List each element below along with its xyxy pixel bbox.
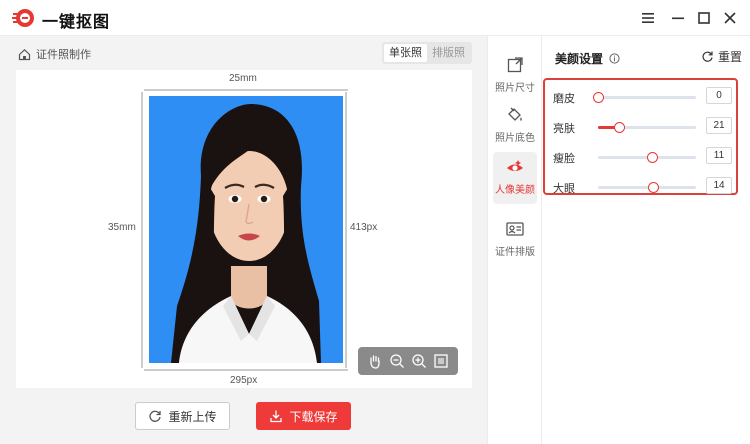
crop-icon xyxy=(507,57,523,73)
fit-icon[interactable] xyxy=(433,353,449,369)
tool-photo-size[interactable]: 照片尺寸 xyxy=(493,50,537,102)
zoom-in-icon[interactable] xyxy=(411,353,427,369)
slider-handle[interactable] xyxy=(613,122,625,133)
dimension-right: 413px xyxy=(350,222,378,233)
adjustment-value-input[interactable]: 21 xyxy=(706,117,732,134)
maximize-icon[interactable] xyxy=(694,8,714,28)
preview-panel: 证件照制作 单张照 排版照 25mm 35mm 413px 295px 重新上传… xyxy=(0,36,487,444)
adjustment-row: 亮肤 21 xyxy=(553,117,733,137)
adjustment-value-input[interactable]: 14 xyxy=(706,177,732,194)
settings-title: 美颜设置 xyxy=(555,52,604,66)
reset-icon xyxy=(702,51,713,62)
minimize-icon[interactable] xyxy=(668,8,688,28)
adjustment-name: 亮肤 xyxy=(553,123,575,135)
photo-canvas: 25mm 35mm 413px 295px xyxy=(16,70,472,388)
tab-layout-photo[interactable]: 排版照 xyxy=(427,44,470,62)
settings-title-row: 美颜设置 xyxy=(555,50,620,67)
download-save-button[interactable]: 下载保存 xyxy=(256,402,351,430)
adjustment-name: 磨皮 xyxy=(553,93,575,105)
app-title: 一键抠图 xyxy=(42,14,111,31)
tool-portrait-beauty[interactable]: 人像美颜 xyxy=(493,152,537,204)
adjustment-slider[interactable] xyxy=(598,152,696,163)
slider-handle[interactable] xyxy=(647,182,659,193)
close-icon[interactable] xyxy=(720,8,740,28)
tab-single-photo[interactable]: 单张照 xyxy=(384,44,427,62)
adjustment-slider[interactable] xyxy=(598,182,696,193)
reupload-button[interactable]: 重新上传 xyxy=(135,402,230,430)
download-save-label: 下载保存 xyxy=(289,409,338,424)
paint-bucket-icon xyxy=(508,107,522,121)
id-photo[interactable] xyxy=(149,96,343,363)
app-logo-icon xyxy=(12,9,34,27)
tool-photo-background[interactable]: 照片底色 xyxy=(493,100,537,152)
tool-id-layout[interactable]: 证件排版 xyxy=(493,214,537,266)
tool-id-layout-label: 证件排版 xyxy=(495,247,535,258)
adjustment-row: 大眼 14 xyxy=(553,177,733,197)
reset-label: 重置 xyxy=(718,50,743,64)
adjustment-group: 磨皮 0 亮肤 21 瘦脸 11 大眼 14 xyxy=(543,78,738,195)
dimension-bottom: 295px xyxy=(230,375,258,386)
adjustment-slider[interactable] xyxy=(598,122,696,133)
view-toggle: 单张照 排版照 xyxy=(382,42,472,64)
breadcrumb[interactable]: 证件照制作 xyxy=(18,46,91,62)
home-icon xyxy=(18,48,31,60)
portrait-image xyxy=(171,104,321,363)
reset-button[interactable]: 重置 xyxy=(701,48,742,65)
tool-photo-background-label: 照片底色 xyxy=(495,133,535,144)
eye-beauty-icon xyxy=(507,160,523,171)
dimension-top: 25mm xyxy=(229,73,257,84)
reupload-label: 重新上传 xyxy=(168,409,217,424)
hand-icon[interactable] xyxy=(367,353,383,369)
slider-handle[interactable] xyxy=(593,92,604,103)
adjustment-name: 瘦脸 xyxy=(553,153,575,165)
refresh-icon xyxy=(149,410,162,422)
adjustment-value-input[interactable]: 0 xyxy=(706,87,732,104)
menu-icon[interactable] xyxy=(638,8,658,28)
id-card-icon xyxy=(506,222,524,236)
slider-handle[interactable] xyxy=(646,152,658,163)
zoom-out-icon[interactable] xyxy=(389,353,405,369)
adjustment-value-input[interactable]: 11 xyxy=(706,147,732,164)
tool-sidebar: 照片尺寸 照片底色 人像美颜 证件排版 xyxy=(487,36,542,444)
tool-photo-size-label: 照片尺寸 xyxy=(495,83,535,94)
breadcrumb-label: 证件照制作 xyxy=(36,49,91,61)
download-icon xyxy=(270,410,283,423)
adjustment-slider[interactable] xyxy=(593,92,696,103)
adjustment-name: 大眼 xyxy=(553,183,575,195)
adjustment-row: 磨皮 0 xyxy=(553,87,733,107)
beauty-settings-panel: 美颜设置 重置 磨皮 0 亮肤 21 瘦脸 11 大眼 14 xyxy=(543,36,750,444)
tool-portrait-beauty-label: 人像美颜 xyxy=(495,185,535,196)
adjustment-row: 瘦脸 11 xyxy=(553,147,733,167)
info-icon[interactable] xyxy=(609,53,620,64)
zoom-toolbar xyxy=(358,347,458,375)
title-bar: 一键抠图 xyxy=(0,0,750,36)
dimension-left: 35mm xyxy=(108,222,136,233)
